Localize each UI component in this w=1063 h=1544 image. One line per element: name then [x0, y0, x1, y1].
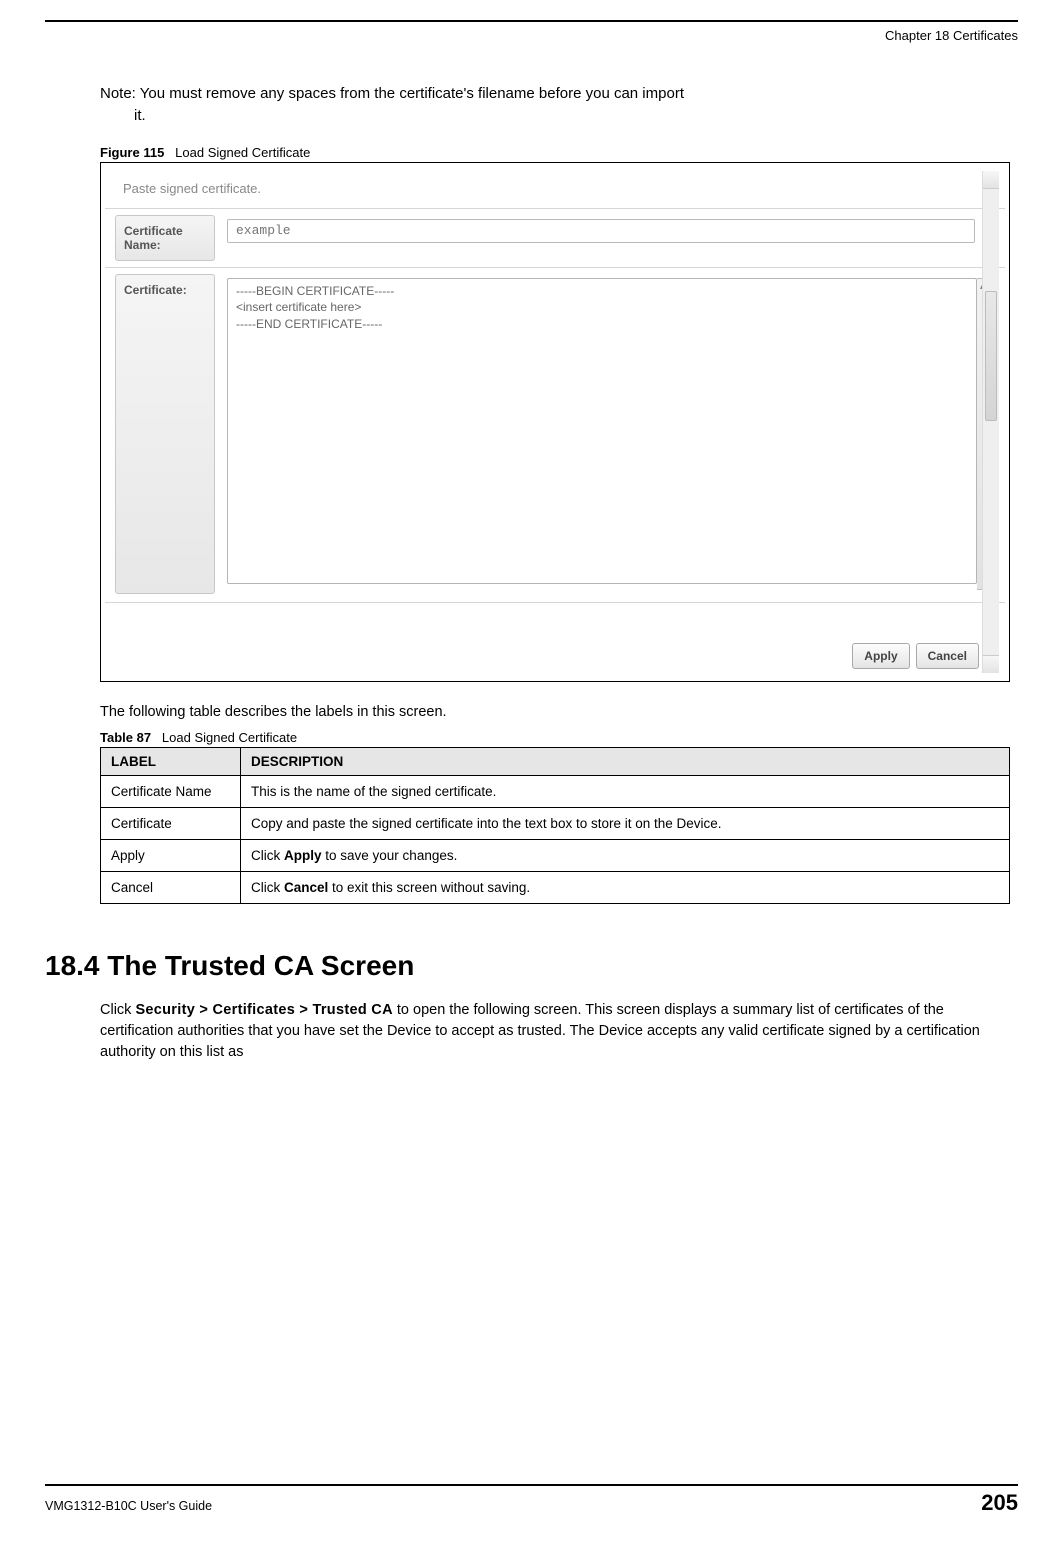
page-footer: VMG1312-B10C User's Guide 205	[45, 1484, 1018, 1516]
note-line2: it.	[100, 105, 1018, 127]
cancel-button[interactable]: Cancel	[916, 643, 979, 669]
th-desc: DESCRIPTION	[241, 747, 1010, 775]
figure-buttons: Apply Cancel	[852, 643, 979, 669]
footer-row: VMG1312-B10C User's Guide 205	[45, 1486, 1018, 1516]
footer-page-number: 205	[981, 1490, 1018, 1516]
section-para-pre: Click	[100, 1002, 135, 1018]
figure-caption-title: Load Signed Certificate	[175, 145, 310, 160]
apply-button[interactable]: Apply	[852, 643, 909, 669]
row-cert-name: Certificate Name:	[105, 208, 1005, 268]
td-label: Apply	[101, 839, 241, 871]
note-text: Note: You must remove any spaces from th…	[100, 83, 1018, 127]
td-desc: Click Apply to save your changes.	[241, 839, 1010, 871]
label-cert-name: Certificate Name:	[115, 215, 215, 262]
table-row: Cancel Click Cancel to exit this screen …	[101, 871, 1010, 903]
section-heading: 18.4 The Trusted CA Screen	[45, 950, 1018, 982]
section-paragraph: Click Security > Certificates > Trusted …	[100, 1000, 1018, 1063]
outer-scrollbar-thumb[interactable]	[985, 291, 997, 421]
table-caption: Table 87 Load Signed Certificate	[100, 730, 1018, 745]
td-desc: Click Cancel to exit this screen without…	[241, 871, 1010, 903]
section-nav-path: Security > Certificates > Trusted CA	[135, 1002, 392, 1018]
figure-box: Paste signed certificate. Certificate Na…	[100, 162, 1010, 682]
table-caption-title: Load Signed Certificate	[162, 730, 297, 745]
table-row: Apply Click Apply to save your changes.	[101, 839, 1010, 871]
note-line1: Note: You must remove any spaces from th…	[100, 85, 684, 102]
table-row: Certificate Copy and paste the signed ce…	[101, 807, 1010, 839]
figure-caption-label: Figure 115	[100, 145, 164, 160]
cert-name-input[interactable]	[227, 219, 975, 243]
cert-textarea-wrap	[227, 278, 995, 590]
row-cert: Certificate:	[105, 267, 1005, 600]
table-caption-label: Table 87	[100, 730, 151, 745]
td-desc: Copy and paste the signed certificate in…	[241, 807, 1010, 839]
description-table: LABEL DESCRIPTION Certificate Name This …	[100, 747, 1010, 904]
td-label: Certificate	[101, 807, 241, 839]
table-intro: The following table describes the labels…	[100, 704, 1018, 720]
td-label: Cancel	[101, 871, 241, 903]
td-desc: This is the name of the signed certifica…	[241, 775, 1010, 807]
table-head-row: LABEL DESCRIPTION	[101, 747, 1010, 775]
figure-ui: Paste signed certificate. Certificate Na…	[105, 167, 1005, 677]
figure-caption: Figure 115 Load Signed Certificate	[100, 145, 1018, 160]
table-row: Certificate Name This is the name of the…	[101, 775, 1010, 807]
figure-instruction: Paste signed certificate.	[105, 167, 1005, 208]
footer-guide-name: VMG1312-B10C User's Guide	[45, 1499, 212, 1513]
figure-divider	[105, 602, 1005, 603]
outer-scrollbar[interactable]	[982, 171, 999, 673]
td-label: Certificate Name	[101, 775, 241, 807]
label-cert: Certificate:	[115, 274, 215, 594]
chapter-header: Chapter 18 Certificates	[45, 22, 1018, 61]
th-label: LABEL	[101, 747, 241, 775]
cert-textarea[interactable]	[227, 278, 977, 584]
